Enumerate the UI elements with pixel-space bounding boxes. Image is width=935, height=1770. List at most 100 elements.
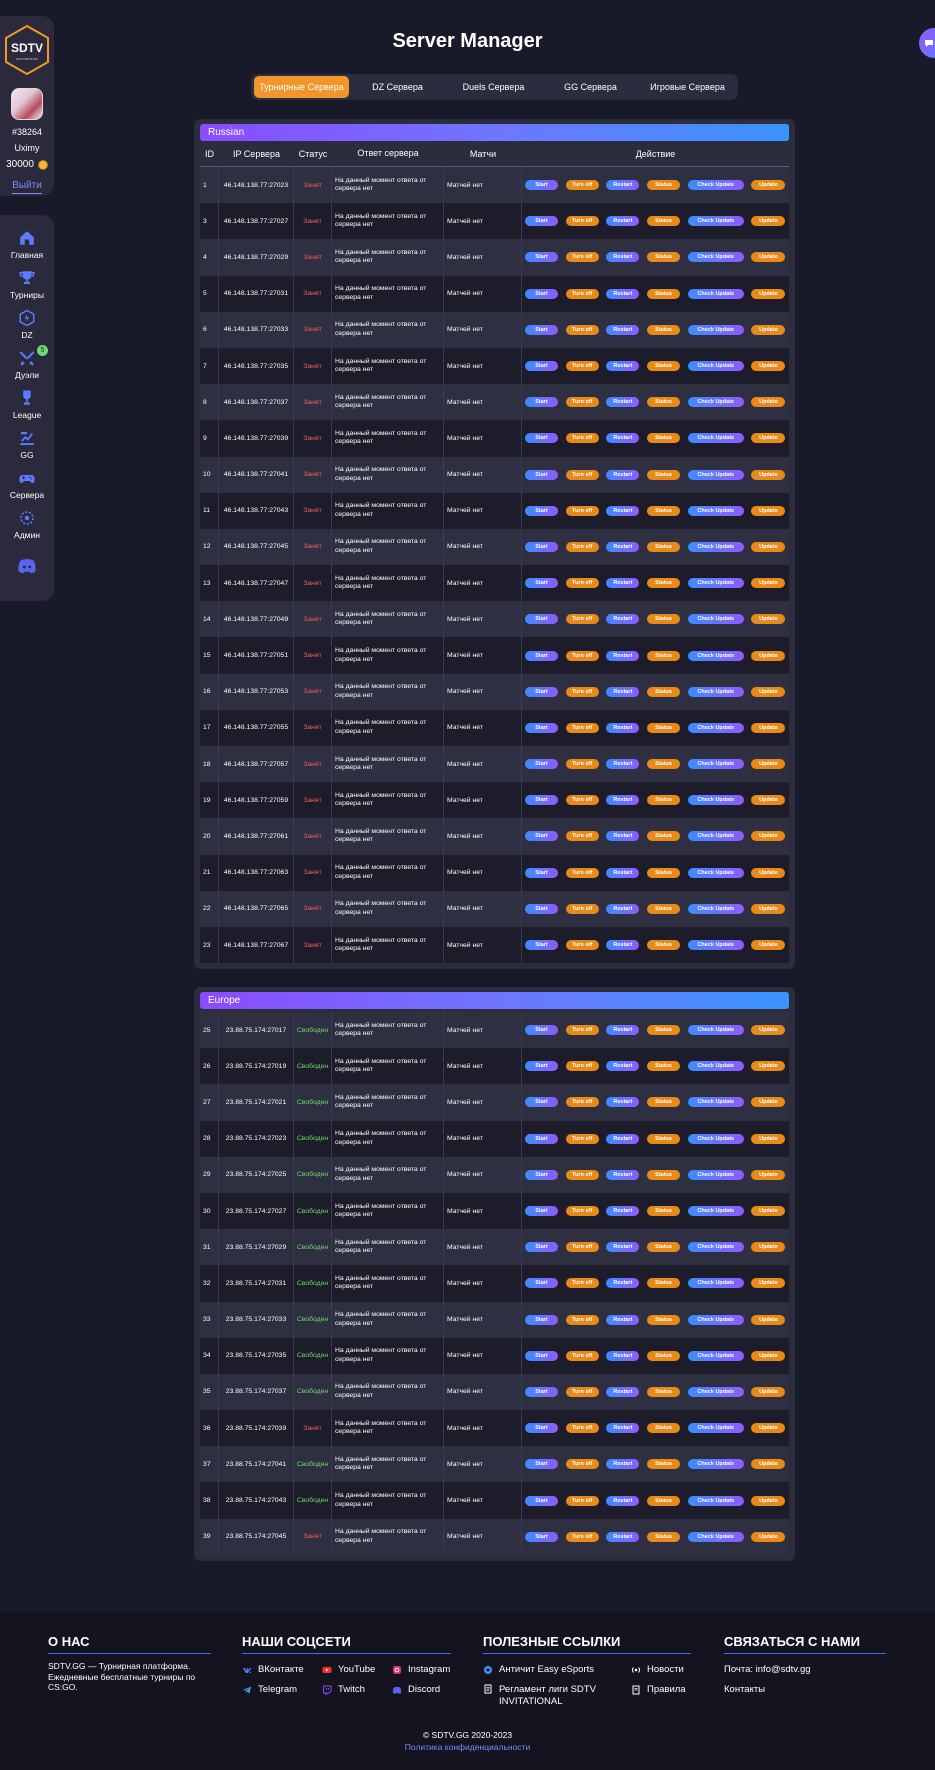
update-button[interactable]: Update bbox=[751, 288, 786, 299]
restart-button[interactable]: Restart bbox=[606, 1278, 640, 1289]
status-button[interactable]: Status bbox=[647, 940, 681, 951]
update-button[interactable]: Update bbox=[751, 903, 786, 914]
update-button[interactable]: Update bbox=[751, 940, 786, 951]
update-button[interactable]: Update bbox=[751, 541, 786, 552]
update-button[interactable]: Update bbox=[751, 324, 786, 335]
start-button[interactable]: Start bbox=[525, 1423, 558, 1434]
turn-off-button[interactable]: Turn off bbox=[565, 1423, 599, 1434]
nav-discord[interactable] bbox=[0, 555, 54, 595]
check-update-button[interactable]: Check Update bbox=[687, 541, 744, 552]
check-update-button[interactable]: Check Update bbox=[687, 505, 744, 516]
status-button[interactable]: Status bbox=[647, 216, 681, 227]
check-update-button[interactable]: Check Update bbox=[687, 650, 744, 661]
update-button[interactable]: Update bbox=[751, 831, 786, 842]
tab-duels-servers[interactable]: Duels Сервера bbox=[446, 76, 541, 98]
start-button[interactable]: Start bbox=[525, 1206, 558, 1217]
status-button[interactable]: Status bbox=[647, 903, 681, 914]
restart-button[interactable]: Restart bbox=[606, 1242, 640, 1253]
restart-button[interactable]: Restart bbox=[606, 252, 640, 263]
update-button[interactable]: Update bbox=[751, 1531, 786, 1542]
check-update-button[interactable]: Check Update bbox=[687, 361, 744, 372]
turn-off-button[interactable]: Turn off bbox=[565, 1459, 599, 1470]
start-button[interactable]: Start bbox=[525, 1169, 558, 1180]
status-button[interactable]: Status bbox=[647, 288, 681, 299]
check-update-button[interactable]: Check Update bbox=[687, 1314, 744, 1325]
link-news[interactable]: Новости bbox=[631, 1664, 684, 1675]
nav-gg[interactable]: GG bbox=[0, 429, 54, 469]
start-button[interactable]: Start bbox=[525, 831, 558, 842]
start-button[interactable]: Start bbox=[525, 1242, 558, 1253]
status-button[interactable]: Status bbox=[647, 541, 681, 552]
status-button[interactable]: Status bbox=[647, 867, 681, 878]
restart-button[interactable]: Restart bbox=[606, 578, 640, 589]
start-button[interactable]: Start bbox=[525, 252, 558, 263]
turn-off-button[interactable]: Turn off bbox=[565, 686, 599, 697]
update-button[interactable]: Update bbox=[751, 505, 786, 516]
update-button[interactable]: Update bbox=[751, 867, 786, 878]
turn-off-button[interactable]: Turn off bbox=[565, 614, 599, 625]
restart-button[interactable]: Restart bbox=[606, 324, 640, 335]
update-button[interactable]: Update bbox=[751, 1386, 786, 1397]
check-update-button[interactable]: Check Update bbox=[687, 433, 744, 444]
update-button[interactable]: Update bbox=[751, 216, 786, 227]
start-button[interactable]: Start bbox=[525, 1097, 558, 1108]
status-button[interactable]: Status bbox=[647, 650, 681, 661]
restart-button[interactable]: Restart bbox=[606, 1495, 640, 1506]
restart-button[interactable]: Restart bbox=[606, 903, 640, 914]
check-update-button[interactable]: Check Update bbox=[687, 324, 744, 335]
check-update-button[interactable]: Check Update bbox=[687, 216, 744, 227]
restart-button[interactable]: Restart bbox=[606, 1350, 640, 1361]
status-button[interactable]: Status bbox=[647, 1097, 681, 1108]
tab-dz-servers[interactable]: DZ Сервера bbox=[351, 76, 444, 98]
status-button[interactable]: Status bbox=[647, 1169, 681, 1180]
restart-button[interactable]: Restart bbox=[606, 1169, 640, 1180]
check-update-button[interactable]: Check Update bbox=[687, 1133, 744, 1144]
update-button[interactable]: Update bbox=[751, 1025, 786, 1036]
turn-off-button[interactable]: Turn off bbox=[565, 1206, 599, 1217]
update-button[interactable]: Update bbox=[751, 686, 786, 697]
status-button[interactable]: Status bbox=[647, 759, 681, 770]
restart-button[interactable]: Restart bbox=[606, 1133, 640, 1144]
status-button[interactable]: Status bbox=[647, 1025, 681, 1036]
turn-off-button[interactable]: Turn off bbox=[565, 1097, 599, 1108]
turn-off-button[interactable]: Turn off bbox=[565, 722, 599, 733]
nav-home[interactable]: Главная bbox=[0, 229, 54, 269]
restart-button[interactable]: Restart bbox=[606, 1531, 640, 1542]
update-button[interactable]: Update bbox=[751, 433, 786, 444]
turn-off-button[interactable]: Turn off bbox=[565, 505, 599, 516]
start-button[interactable]: Start bbox=[525, 1278, 558, 1289]
check-update-button[interactable]: Check Update bbox=[687, 469, 744, 480]
check-update-button[interactable]: Check Update bbox=[687, 180, 744, 191]
avatar[interactable] bbox=[11, 88, 43, 120]
update-button[interactable]: Update bbox=[751, 1314, 786, 1325]
update-button[interactable]: Update bbox=[751, 1133, 786, 1144]
update-button[interactable]: Update bbox=[751, 1169, 786, 1180]
status-button[interactable]: Status bbox=[647, 433, 681, 444]
turn-off-button[interactable]: Turn off bbox=[565, 1531, 599, 1542]
check-update-button[interactable]: Check Update bbox=[687, 1061, 744, 1072]
turn-off-button[interactable]: Turn off bbox=[565, 252, 599, 263]
status-button[interactable]: Status bbox=[647, 1242, 681, 1253]
restart-button[interactable]: Restart bbox=[606, 686, 640, 697]
start-button[interactable]: Start bbox=[525, 578, 558, 589]
restart-button[interactable]: Restart bbox=[606, 1097, 640, 1108]
turn-off-button[interactable]: Turn off bbox=[565, 578, 599, 589]
check-update-button[interactable]: Check Update bbox=[687, 1206, 744, 1217]
start-button[interactable]: Start bbox=[525, 397, 558, 408]
restart-button[interactable]: Restart bbox=[606, 288, 640, 299]
restart-button[interactable]: Restart bbox=[606, 940, 640, 951]
check-update-button[interactable]: Check Update bbox=[687, 288, 744, 299]
logout-link[interactable]: Выйти bbox=[12, 180, 42, 194]
restart-button[interactable]: Restart bbox=[606, 1061, 640, 1072]
status-button[interactable]: Status bbox=[647, 795, 681, 806]
turn-off-button[interactable]: Turn off bbox=[565, 180, 599, 191]
tab-gg-servers[interactable]: GG Сервера bbox=[543, 76, 638, 98]
restart-button[interactable]: Restart bbox=[606, 867, 640, 878]
link-discord[interactable]: Discord bbox=[392, 1684, 440, 1695]
nav-dz[interactable]: DZ bbox=[0, 309, 54, 349]
turn-off-button[interactable]: Turn off bbox=[565, 1133, 599, 1144]
turn-off-button[interactable]: Turn off bbox=[565, 397, 599, 408]
restart-button[interactable]: Restart bbox=[606, 541, 640, 552]
status-button[interactable]: Status bbox=[647, 1206, 681, 1217]
restart-button[interactable]: Restart bbox=[606, 180, 640, 191]
